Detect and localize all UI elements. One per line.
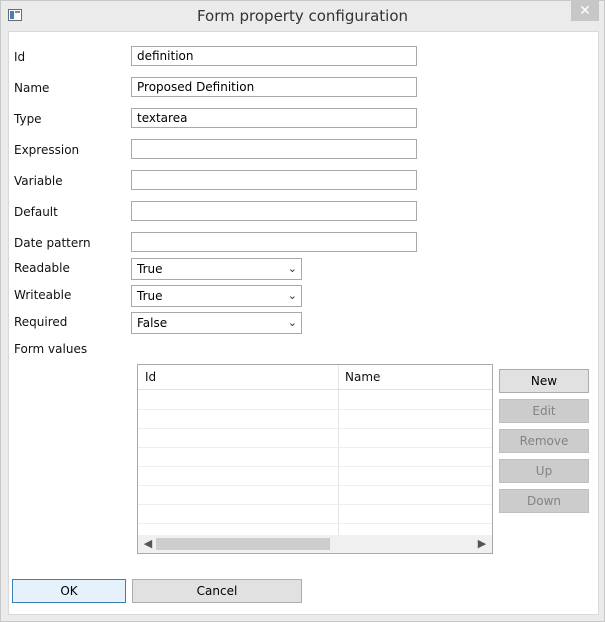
name-label: Name [14,81,50,95]
default-label: Default [14,205,58,219]
new-button[interactable]: New [499,369,589,393]
default-field[interactable] [131,201,417,221]
edit-button[interactable]: Edit [499,399,589,423]
cancel-button[interactable]: Cancel [132,579,302,603]
table-row[interactable] [138,466,492,486]
scroll-right-icon[interactable]: ▶ [474,536,490,552]
id-field[interactable]: definition [131,46,417,66]
scroll-thumb[interactable] [156,538,330,550]
readable-label: Readable [14,261,70,275]
table-row[interactable] [138,504,492,524]
expression-field[interactable] [131,139,417,159]
scroll-left-icon[interactable]: ◀ [140,536,156,552]
column-header-id[interactable]: Id [145,370,156,384]
window-title: Form property configuration [196,7,409,25]
dialog-content: Id definition Name Proposed Definition T… [8,31,599,615]
column-header-name[interactable]: Name [345,370,380,384]
readable-select[interactable]: True ⌄ [131,258,302,280]
date-pattern-label: Date pattern [14,236,91,250]
required-value: False [137,316,168,330]
remove-button[interactable]: Remove [499,429,589,453]
form-values-label: Form values [14,342,88,356]
required-select[interactable]: False ⌄ [131,312,302,334]
form-values-table[interactable]: Id Name ◀ ▶ [137,364,493,554]
variable-label: Variable [14,174,63,188]
table-row[interactable] [138,447,492,467]
horizontal-scrollbar[interactable]: ◀ ▶ [138,535,492,553]
type-label: Type [14,112,42,126]
dialog-window: Form property configuration ✕ Id definit… [0,0,605,622]
up-button[interactable]: Up [499,459,589,483]
writeable-select[interactable]: True ⌄ [131,285,302,307]
type-field[interactable]: textarea [131,108,417,128]
ok-button[interactable]: OK [12,579,126,603]
table-header: Id Name [138,365,492,390]
writeable-value: True [137,289,163,303]
readable-value: True [137,262,163,276]
chevron-down-icon: ⌄ [287,289,297,302]
variable-field[interactable] [131,170,417,190]
chevron-down-icon: ⌄ [287,316,297,329]
close-icon: ✕ [579,3,591,19]
date-pattern-field[interactable] [131,232,417,252]
table-row[interactable] [138,409,492,429]
writeable-label: Writeable [14,288,72,302]
id-label: Id [14,50,26,64]
name-field[interactable]: Proposed Definition [131,77,417,97]
expression-label: Expression [14,143,80,157]
title-bar[interactable]: Form property configuration ✕ [1,1,604,31]
table-row[interactable] [138,428,492,448]
down-button[interactable]: Down [499,489,589,513]
table-row[interactable] [138,485,492,505]
chevron-down-icon: ⌄ [287,262,297,275]
table-row[interactable] [138,390,492,410]
close-button[interactable]: ✕ [571,1,599,21]
required-label: Required [14,315,68,329]
